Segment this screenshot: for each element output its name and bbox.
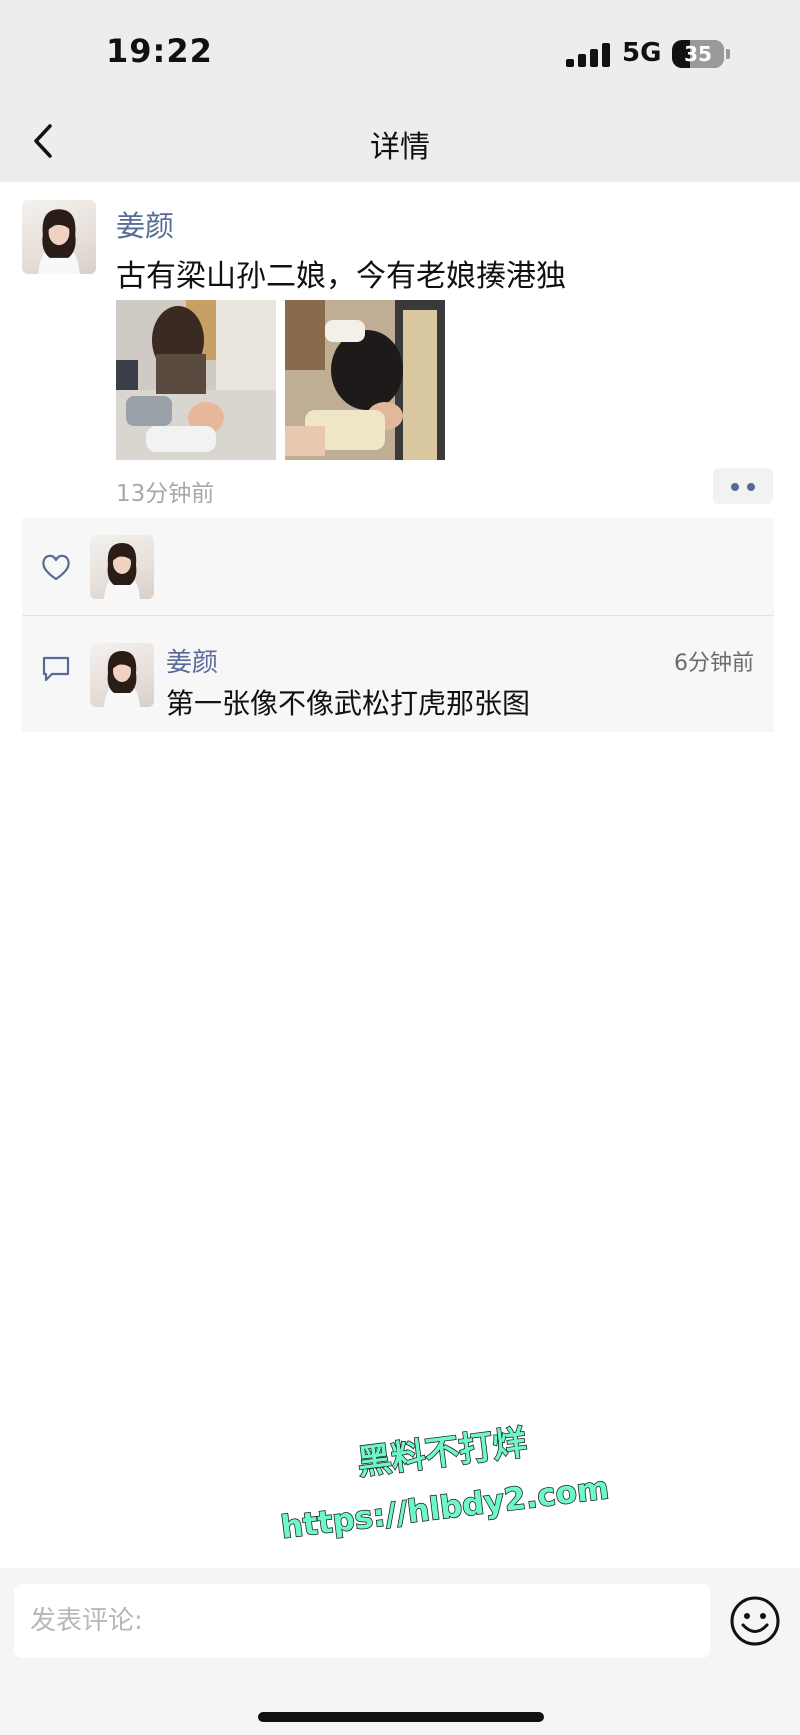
battery-cap bbox=[726, 49, 730, 59]
interaction-panel: 姜颜 6分钟前 第一张像不像武松打虎那张图 bbox=[22, 518, 774, 732]
comment-author-name[interactable]: 姜颜 bbox=[166, 642, 218, 679]
nav-bar: 详情 bbox=[0, 100, 800, 182]
battery-icon: 35 bbox=[672, 40, 724, 68]
comment-composer bbox=[0, 1568, 800, 1735]
post-photo-2[interactable] bbox=[285, 300, 445, 460]
comment-bubble-icon bbox=[42, 656, 70, 682]
post-text: 古有梁山孙二娘，今有老娘揍港独 bbox=[116, 259, 566, 294]
emoji-icon[interactable] bbox=[728, 1594, 782, 1648]
battery-percent: 35 bbox=[684, 42, 712, 66]
page-title: 详情 bbox=[370, 130, 430, 165]
comment-input[interactable] bbox=[14, 1584, 710, 1658]
network-type: 5G bbox=[622, 38, 662, 68]
cellular-signal-icon bbox=[566, 43, 610, 67]
comment-text[interactable]: 第一张像不像武松打虎那张图 bbox=[166, 682, 530, 722]
comment-timestamp: 6分钟前 bbox=[674, 651, 754, 676]
watermark-line1: 黑料不打烊 bbox=[355, 1423, 529, 1483]
post-photo-1[interactable] bbox=[116, 300, 276, 460]
author-avatar[interactable] bbox=[22, 200, 96, 274]
status-bar: 19:22 5G 35 bbox=[0, 0, 800, 100]
comment-avatar[interactable] bbox=[90, 643, 154, 707]
like-avatar[interactable] bbox=[90, 535, 154, 599]
more-actions-button[interactable] bbox=[713, 468, 773, 504]
heart-outline-icon bbox=[42, 554, 70, 581]
home-indicator bbox=[258, 1712, 544, 1722]
watermark-line2: https://hlbdy2.com bbox=[279, 1470, 611, 1540]
divider bbox=[22, 615, 774, 616]
post-author-name[interactable]: 姜颜 bbox=[116, 203, 174, 245]
post-timestamp: 13分钟前 bbox=[116, 481, 215, 507]
watermark-overlay: 黑料不打烊 https://hlbdy2.com bbox=[278, 1422, 611, 1540]
status-time: 19:22 bbox=[106, 32, 213, 70]
